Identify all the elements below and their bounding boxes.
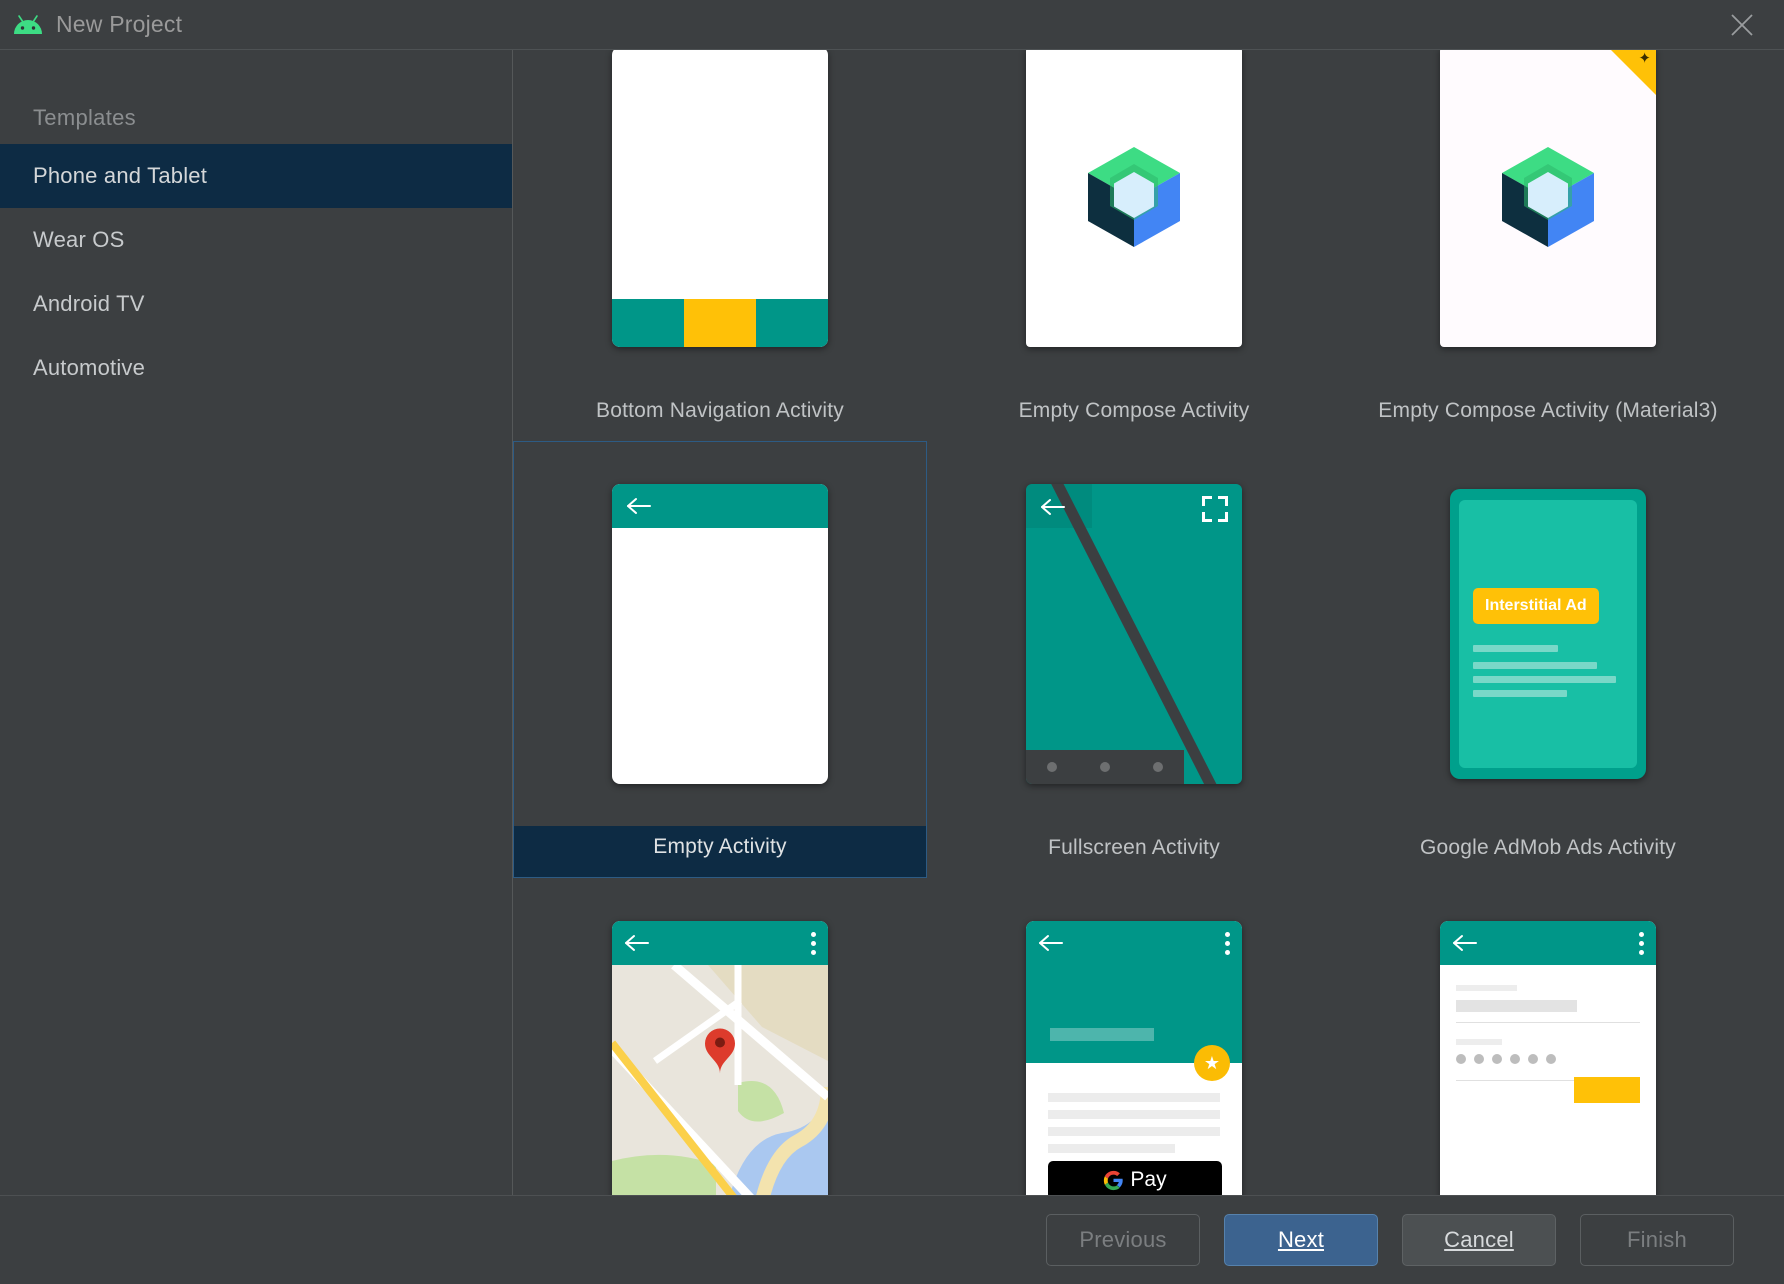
template-label: Fullscreen Activity <box>927 827 1341 878</box>
template-card-google-maps-activity[interactable]: Google Maps Activity <box>513 878 927 1195</box>
google-pay-button[interactable]: Pay <box>1048 1161 1222 1195</box>
system-nav-bar <box>1026 750 1184 784</box>
login-thumb <box>1440 921 1656 1195</box>
map-pin-icon <box>702 1027 738 1080</box>
thumbnail <box>927 50 1341 390</box>
google-pay-label: Pay <box>1130 1168 1166 1192</box>
sidebar-item-wear-os[interactable]: Wear OS <box>0 208 512 272</box>
star-icon: ★ <box>1194 1045 1230 1081</box>
sidebar-item-label: Phone and Tablet <box>33 163 207 189</box>
interstitial-ad-label: Interstitial Ad <box>1473 588 1599 624</box>
cancel-button[interactable]: Cancel <box>1402 1214 1556 1266</box>
bottom-navigation-thumb <box>612 50 828 347</box>
sidebar-header: Templates <box>0 92 512 144</box>
jetpack-compose-cube-icon <box>1494 142 1602 252</box>
sidebar-item-label: Automotive <box>33 355 145 381</box>
fullscreen-expand-icon <box>1202 496 1228 522</box>
back-arrow-icon <box>624 932 650 954</box>
template-label: Empty Compose Activity <box>927 390 1341 441</box>
jetpack-compose-cube-icon <box>1080 142 1188 252</box>
back-arrow-icon <box>1040 496 1066 518</box>
app-bar <box>612 921 828 965</box>
ribbon-star-icon: ✦ <box>1638 51 1651 66</box>
overflow-menu-icon <box>1225 932 1230 955</box>
template-label: Bottom Navigation Activity <box>513 390 927 441</box>
next-button-label: Next <box>1278 1227 1324 1253</box>
template-card-empty-compose-activity-material3[interactable]: ✦ Empty Compose Activity (Material3) <box>1341 50 1755 441</box>
login-submit-button[interactable] <box>1574 1077 1640 1103</box>
dialog-footer: Previous Next Cancel Finish <box>0 1195 1784 1284</box>
thumbnail <box>513 878 927 1195</box>
category-sidebar: Templates Phone and Tablet Wear OS Andro… <box>0 50 513 1195</box>
dialog-body: Templates Phone and Tablet Wear OS Andro… <box>0 50 1784 1195</box>
maps-thumb <box>612 921 828 1195</box>
sidebar-item-android-tv[interactable]: Android TV <box>0 272 512 336</box>
sidebar-item-automotive[interactable]: Automotive <box>0 336 512 400</box>
hero-banner: ★ <box>1026 965 1242 1063</box>
empty-activity-thumb <box>612 484 828 784</box>
template-card-google-admob-ads-activity[interactable]: Interstitial Ad Google AdMob Ads Activit… <box>1341 441 1755 878</box>
template-card-fullscreen-activity[interactable]: Fullscreen Activity <box>927 441 1341 878</box>
back-arrow-icon <box>1038 932 1064 954</box>
map-canvas <box>612 965 828 1195</box>
title-bar: New Project <box>0 0 1784 50</box>
thumbnail <box>513 50 927 390</box>
app-bar <box>612 484 828 528</box>
sidebar-item-phone-and-tablet[interactable]: Phone and Tablet <box>0 144 512 208</box>
template-label: Google AdMob Ads Activity <box>1341 827 1755 878</box>
cancel-button-label: Cancel <box>1444 1227 1514 1253</box>
sidebar-item-label: Wear OS <box>33 227 124 253</box>
finish-button-label: Finish <box>1627 1227 1687 1253</box>
overflow-menu-icon <box>811 932 816 955</box>
android-robot-icon <box>12 14 44 36</box>
thumbnail: Interstitial Ad <box>1341 441 1755 827</box>
app-bar <box>1026 921 1242 965</box>
templates-grid: Bottom Navigation Activity <box>513 50 1784 1195</box>
window-title: New Project <box>56 11 182 38</box>
thumbnail: ★ <box>927 878 1341 1195</box>
template-label: Empty Compose Activity (Material3) <box>1341 390 1755 441</box>
overflow-menu-icon <box>1639 932 1644 955</box>
template-card-login-activity[interactable]: Login Activity <box>1341 878 1755 1195</box>
thumbnail <box>1341 878 1755 1195</box>
back-arrow-icon <box>1452 932 1478 954</box>
back-arrow-icon <box>626 495 652 517</box>
google-g-icon <box>1103 1170 1124 1191</box>
password-dots <box>1456 1054 1640 1064</box>
bottom-nav-bar <box>612 299 828 347</box>
app-bar <box>1440 921 1656 965</box>
thumbnail <box>927 441 1341 827</box>
template-card-bottom-navigation-activity[interactable]: Bottom Navigation Activity <box>513 50 927 441</box>
admob-thumb: Interstitial Ad <box>1450 489 1646 779</box>
template-card-google-pay-activity[interactable]: ★ <box>927 878 1341 1195</box>
thumbnail: ✦ <box>1341 50 1755 390</box>
placeholder-text-lines <box>1473 645 1624 704</box>
thumbnail <box>514 442 926 826</box>
template-label: Empty Activity <box>514 826 926 877</box>
templates-grid-pane[interactable]: Bottom Navigation Activity <box>513 50 1784 1195</box>
previous-button[interactable]: Previous <box>1046 1214 1200 1266</box>
sidebar-item-label: Android TV <box>33 291 145 317</box>
fullscreen-thumb <box>1026 484 1242 784</box>
template-card-empty-compose-activity[interactable]: Empty Compose Activity <box>927 50 1341 441</box>
google-pay-thumb: ★ <box>1026 921 1242 1195</box>
close-icon[interactable] <box>1722 5 1762 45</box>
compose-cube-material3-thumb: ✦ <box>1440 50 1656 347</box>
template-card-empty-activity[interactable]: Empty Activity <box>513 441 927 878</box>
next-button[interactable]: Next <box>1224 1214 1378 1266</box>
previous-button-label: Previous <box>1079 1227 1166 1253</box>
login-form <box>1440 965 1656 1081</box>
finish-button[interactable]: Finish <box>1580 1214 1734 1266</box>
new-project-dialog: New Project Templates Phone and Tablet W… <box>0 0 1784 1284</box>
compose-cube-thumb <box>1026 50 1242 347</box>
